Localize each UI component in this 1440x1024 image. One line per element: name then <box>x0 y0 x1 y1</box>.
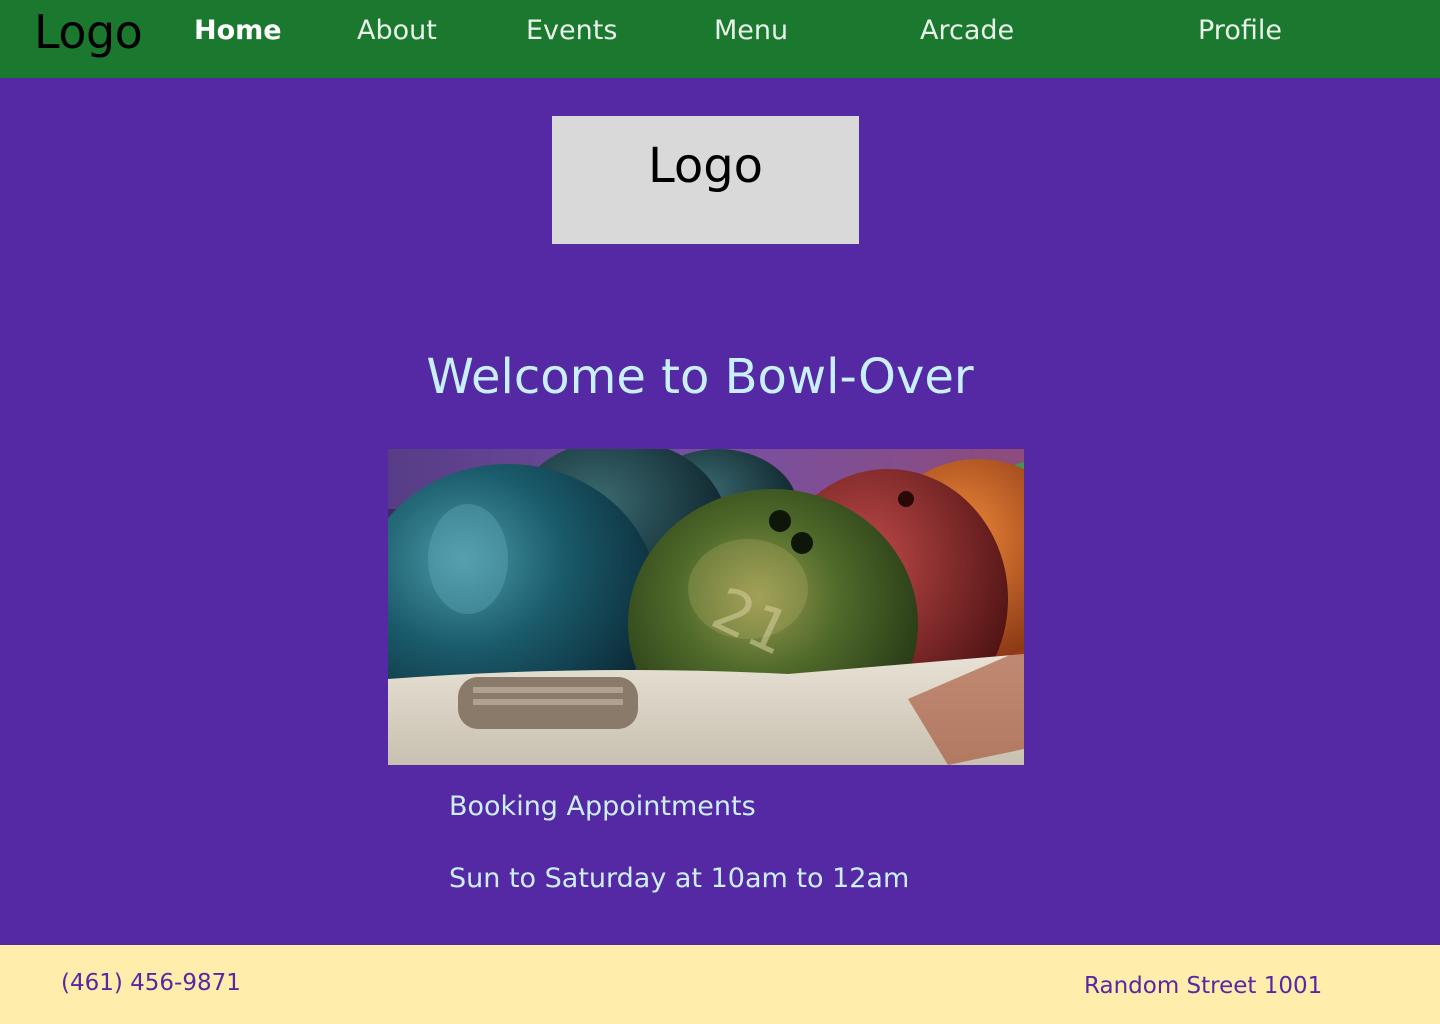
footer-address: Random Street 1001 <box>1084 973 1323 999</box>
nav-link-home[interactable]: Home <box>194 14 282 48</box>
booking-heading: Booking Appointments <box>449 791 756 822</box>
bowling-balls-image: 21 <box>388 449 1024 765</box>
nav-link-menu[interactable]: Menu <box>714 14 788 48</box>
hero-logo-placeholder: Logo <box>552 116 859 244</box>
top-navbar: Logo Home About Events Menu Arcade Profi… <box>0 0 1440 78</box>
footer-phone[interactable]: (461) 456-9871 <box>61 968 241 998</box>
footer: (461) 456-9871 Random Street 1001 <box>0 945 1440 1024</box>
nav-link-about[interactable]: About <box>357 14 437 48</box>
nav-logo[interactable]: Logo <box>34 4 143 60</box>
hero-logo-text: Logo <box>647 138 764 194</box>
opening-hours: Sun to Saturday at 10am to 12am <box>449 863 910 894</box>
nav-link-profile[interactable]: Profile <box>1198 14 1282 48</box>
nav-link-events[interactable]: Events <box>526 14 617 48</box>
nav-link-arcade[interactable]: Arcade <box>920 14 1014 48</box>
page-title: Welcome to Bowl-Over <box>426 349 974 405</box>
